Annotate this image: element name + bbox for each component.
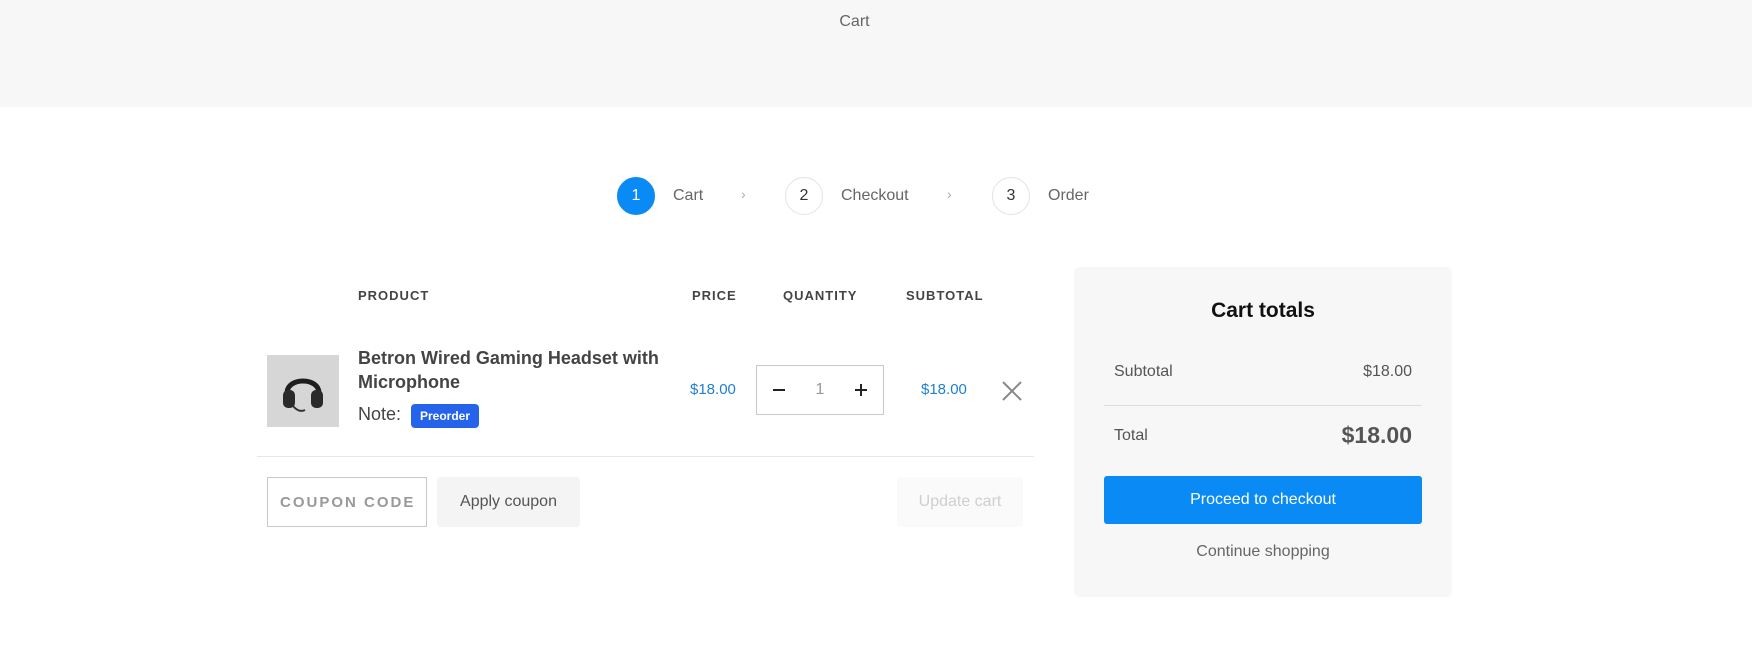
close-icon xyxy=(1002,381,1022,401)
continue-shopping-link[interactable]: Continue shopping xyxy=(1074,543,1452,561)
item-price: $18.00 xyxy=(690,381,736,398)
remove-item-button[interactable] xyxy=(999,378,1025,404)
minus-icon xyxy=(773,389,785,391)
column-header-quantity: QUANTITY xyxy=(783,288,858,303)
decrease-quantity-button[interactable] xyxy=(757,366,801,414)
column-header-product: PRODUCT xyxy=(358,288,430,303)
step-2-circle: 2 xyxy=(785,177,823,215)
totals-divider xyxy=(1104,405,1422,406)
item-subtotal: $18.00 xyxy=(921,381,967,398)
subtotal-value: $18.00 xyxy=(1363,363,1412,380)
page-title: Cart xyxy=(839,13,870,30)
step-3-circle: 3 xyxy=(992,177,1030,215)
column-header-price: PRICE xyxy=(692,288,737,303)
divider xyxy=(257,456,1034,457)
total-label: Total xyxy=(1114,427,1148,444)
plus-icon xyxy=(855,384,867,396)
quantity-input[interactable]: 1 xyxy=(801,366,839,414)
quantity-stepper: 1 xyxy=(756,365,884,415)
preorder-badge: Preorder xyxy=(411,404,480,428)
step-separator-icon: › xyxy=(741,186,746,202)
headset-icon xyxy=(283,378,323,412)
cart-totals-panel: Cart totals Subtotal $18.00 Total $18.00… xyxy=(1074,267,1452,597)
total-value: $18.00 xyxy=(1341,422,1412,448)
cart-totals-heading: Cart totals xyxy=(1211,299,1315,322)
step-2-label: Checkout xyxy=(841,187,909,204)
step-1-label: Cart xyxy=(673,187,704,204)
note-label: Note: xyxy=(358,404,402,424)
apply-coupon-button[interactable]: Apply coupon xyxy=(437,477,580,527)
subtotal-label: Subtotal xyxy=(1114,363,1173,380)
proceed-to-checkout-button[interactable]: Proceed to checkout xyxy=(1104,476,1422,524)
product-name-link[interactable]: Betron Wired Gaming Headset with Microph… xyxy=(358,346,668,394)
step-1-circle: 1 xyxy=(617,177,655,215)
update-cart-button[interactable]: Update cart xyxy=(897,477,1023,527)
increase-quantity-button[interactable] xyxy=(839,366,883,414)
coupon-code-input[interactable] xyxy=(267,477,427,527)
step-3-label: Order xyxy=(1048,187,1089,204)
page-header: Cart xyxy=(0,0,1752,107)
step-separator-icon: › xyxy=(947,186,952,202)
column-header-subtotal: SUBTOTAL xyxy=(906,288,984,303)
product-image[interactable] xyxy=(267,355,339,427)
